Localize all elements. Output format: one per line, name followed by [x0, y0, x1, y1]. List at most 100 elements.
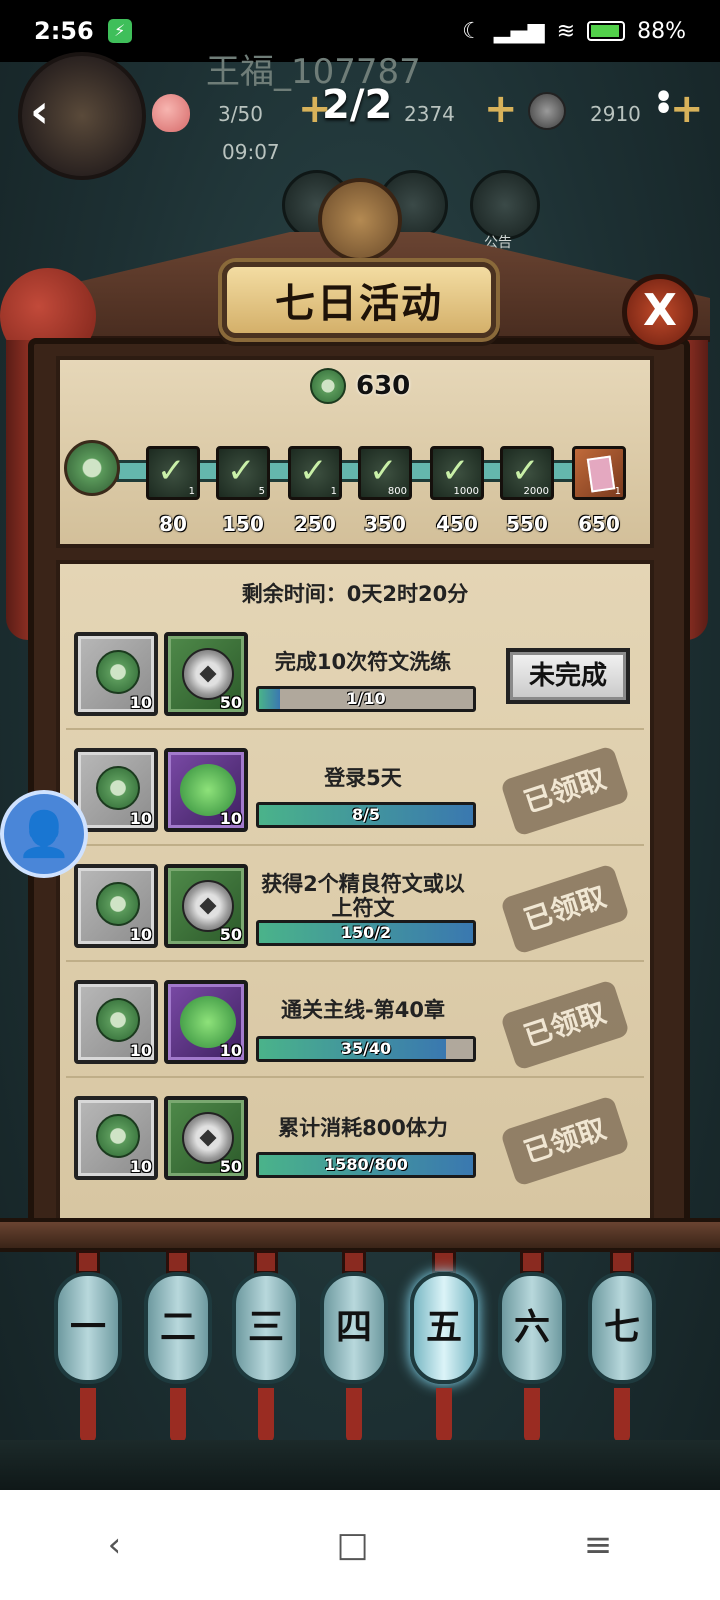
jade-token-icon: [96, 766, 140, 810]
milestone-value: 150: [222, 512, 264, 536]
task-description: 完成10次符文洗练: [274, 650, 452, 674]
lantern-tassel: [436, 1388, 452, 1442]
milestone-qty: 2000: [523, 486, 549, 497]
lantern-cap: [342, 1250, 366, 1274]
close-button[interactable]: X: [622, 274, 698, 350]
jade-token-icon: [310, 368, 346, 404]
checkmark-icon: ✓: [369, 451, 398, 491]
coin-icon: [528, 92, 566, 130]
charging-app-icon: ⚡: [107, 19, 132, 43]
announcement-button[interactable]: [470, 170, 540, 240]
lantern-tassel: [170, 1388, 186, 1442]
dragon-reward-item[interactable]: 10: [164, 980, 248, 1064]
checkmark-icon: ✓: [511, 451, 540, 491]
jade-reward-item[interactable]: 10: [74, 632, 158, 716]
floating-user-icon[interactable]: 👤: [0, 790, 88, 878]
milestone-qty: 800: [387, 486, 407, 497]
day-tab-1[interactable]: 一: [54, 1272, 122, 1384]
reward-qty: 50: [219, 693, 242, 712]
jade-reward-item[interactable]: 10: [74, 864, 158, 948]
incomplete-button[interactable]: 未完成: [506, 648, 630, 704]
task-description: 累计消耗800体力: [278, 1116, 448, 1140]
milestone-650[interactable]: 1: [572, 446, 626, 500]
status-icons: ☾ ▂▄▆ ≋ 88%: [462, 19, 686, 44]
nav-home-icon[interactable]: □: [336, 1525, 368, 1565]
milestone-150[interactable]: ✓ 5: [216, 446, 270, 500]
day-tab-6[interactable]: 六: [498, 1272, 566, 1384]
milestone-value: 350: [364, 512, 406, 536]
system-nav-bar: ‹ □ ≡: [0, 1490, 720, 1600]
lantern-cap: [520, 1250, 544, 1274]
reward-qty: 10: [219, 1041, 242, 1060]
day-tab-4[interactable]: 四: [320, 1272, 388, 1384]
stamina-timer: 09:07: [222, 140, 280, 164]
track-start-icon: [64, 440, 120, 496]
task-description: 获得2个精良符文或以上符文: [261, 872, 465, 920]
lantern-tassel: [614, 1388, 630, 1442]
task-progress-bar: 8/5: [256, 802, 476, 828]
jade-token-icon: [96, 1114, 140, 1158]
day-tab-3[interactable]: 三: [232, 1272, 300, 1384]
dragon-reward-item[interactable]: 10: [164, 748, 248, 832]
page-indicator: 2/2: [322, 82, 393, 128]
reward-qty: 10: [129, 1157, 152, 1176]
task-description: 通关主线-第40章: [281, 998, 445, 1022]
card-icon: [586, 455, 616, 493]
milestone-qty: 1000: [453, 486, 479, 497]
wifi-icon: ≋: [556, 18, 576, 44]
nav-menu-icon[interactable]: ≡: [584, 1525, 613, 1565]
jade-reward-item[interactable]: 10: [74, 1096, 158, 1180]
reward-qty: 50: [219, 925, 242, 944]
task-progress-bar: 150/2: [256, 920, 476, 946]
coin-reward-item[interactable]: 50: [164, 864, 248, 948]
stamina-count: 3/50: [218, 102, 263, 126]
day-tab-5[interactable]: 五: [410, 1272, 478, 1384]
moon-icon: ☾: [462, 18, 482, 44]
add-coin-button[interactable]: +: [670, 86, 704, 132]
milestone-qty: 1: [188, 486, 195, 497]
day-tab-7[interactable]: 七: [588, 1272, 656, 1384]
back-button[interactable]: ‹: [30, 84, 49, 138]
checkmark-icon: ✓: [157, 451, 186, 491]
task-progress-text: 35/40: [340, 1039, 392, 1058]
jade-token-icon: [96, 650, 140, 694]
remaining-time: 剩余时间：0天2时20分: [241, 582, 469, 606]
coin-reward-item[interactable]: 50: [164, 1096, 248, 1180]
coin-reward-item[interactable]: 50: [164, 632, 248, 716]
jade-reward-item[interactable]: 10: [74, 748, 158, 832]
checkmark-icon: ✓: [441, 451, 470, 491]
milestone-350[interactable]: ✓ 800: [358, 446, 412, 500]
add-jade-button[interactable]: +: [484, 86, 518, 132]
ground-decoration: [0, 1440, 720, 1490]
task-progress-bar: 35/40: [256, 1036, 476, 1062]
task-progress-bar: 1580/800: [256, 1152, 476, 1178]
milestone-value: 80: [159, 512, 187, 536]
task-progress-text: 8/5: [351, 805, 381, 824]
jade-token-icon: [96, 882, 140, 926]
nav-back-icon[interactable]: ‹: [108, 1525, 122, 1565]
task-progress-bar: 1/10: [256, 686, 476, 712]
jade-reward-item[interactable]: 10: [74, 980, 158, 1064]
task-progress-text: 1580/800: [324, 1155, 408, 1174]
coin-count: 2910: [590, 102, 641, 126]
task-description: 登录5天: [324, 766, 402, 790]
task-progress-text: 1/10: [346, 689, 386, 708]
clock: 2:56: [34, 17, 94, 45]
lantern-tassel: [80, 1388, 96, 1442]
lantern-cap: [254, 1250, 278, 1274]
milestone-value: 550: [506, 512, 548, 536]
milestone-450[interactable]: ✓ 1000: [430, 446, 484, 500]
reward-qty: 10: [129, 693, 152, 712]
peach-icon: [152, 94, 190, 132]
lantern-cap: [432, 1250, 456, 1274]
milestone-qty: 5: [258, 486, 265, 497]
reward-qty: 10: [129, 1041, 152, 1060]
milestone-80[interactable]: ✓ 1: [146, 446, 200, 500]
points-value: 630: [356, 371, 411, 401]
points-display: 630: [310, 368, 410, 404]
milestone-550[interactable]: ✓ 2000: [500, 446, 554, 500]
checkmark-icon: ✓: [227, 451, 256, 491]
checkmark-icon: ✓: [299, 451, 328, 491]
milestone-250[interactable]: ✓ 1: [288, 446, 342, 500]
day-tab-2[interactable]: 二: [144, 1272, 212, 1384]
